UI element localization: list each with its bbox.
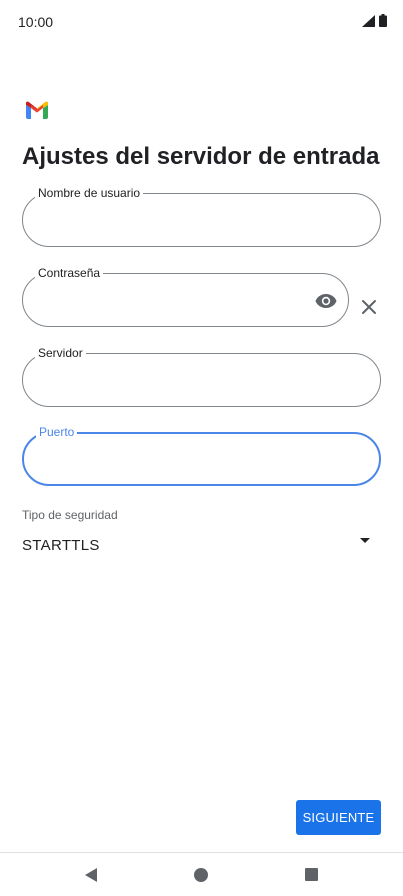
gmail-logo-icon — [26, 101, 48, 119]
port-field[interactable]: Puerto — [22, 424, 381, 486]
eye-icon[interactable] — [314, 289, 338, 313]
security-type-label: Tipo de seguridad — [22, 508, 118, 522]
back-icon[interactable] — [84, 867, 98, 883]
port-label: Puerto — [36, 424, 78, 440]
status-icons — [362, 14, 387, 27]
next-button[interactable]: SIGUIENTE — [296, 800, 381, 835]
signal-icon — [362, 14, 375, 27]
navigation-bar — [0, 852, 403, 896]
server-input[interactable] — [39, 368, 364, 392]
server-label: Servidor — [35, 345, 86, 361]
password-input[interactable] — [39, 288, 302, 312]
status-bar: 10:00 — [0, 0, 403, 44]
username-field[interactable]: Nombre de usuario — [22, 185, 381, 247]
username-label: Nombre de usuario — [35, 185, 144, 201]
home-icon[interactable] — [194, 868, 208, 882]
username-input[interactable] — [39, 208, 364, 232]
status-time: 10:00 — [18, 14, 54, 30]
recent-apps-icon[interactable] — [305, 868, 318, 881]
battery-icon — [379, 14, 387, 27]
close-icon[interactable] — [359, 297, 379, 317]
password-field[interactable]: Contraseña — [22, 265, 349, 327]
security-type-select[interactable]: STARTTLS — [22, 537, 100, 554]
port-input[interactable] — [40, 448, 363, 472]
page-title: Ajustes del servidor de entrada — [22, 143, 380, 170]
password-label: Contraseña — [35, 265, 104, 281]
dropdown-arrow-icon[interactable] — [358, 535, 372, 545]
server-field[interactable]: Servidor — [22, 345, 381, 407]
